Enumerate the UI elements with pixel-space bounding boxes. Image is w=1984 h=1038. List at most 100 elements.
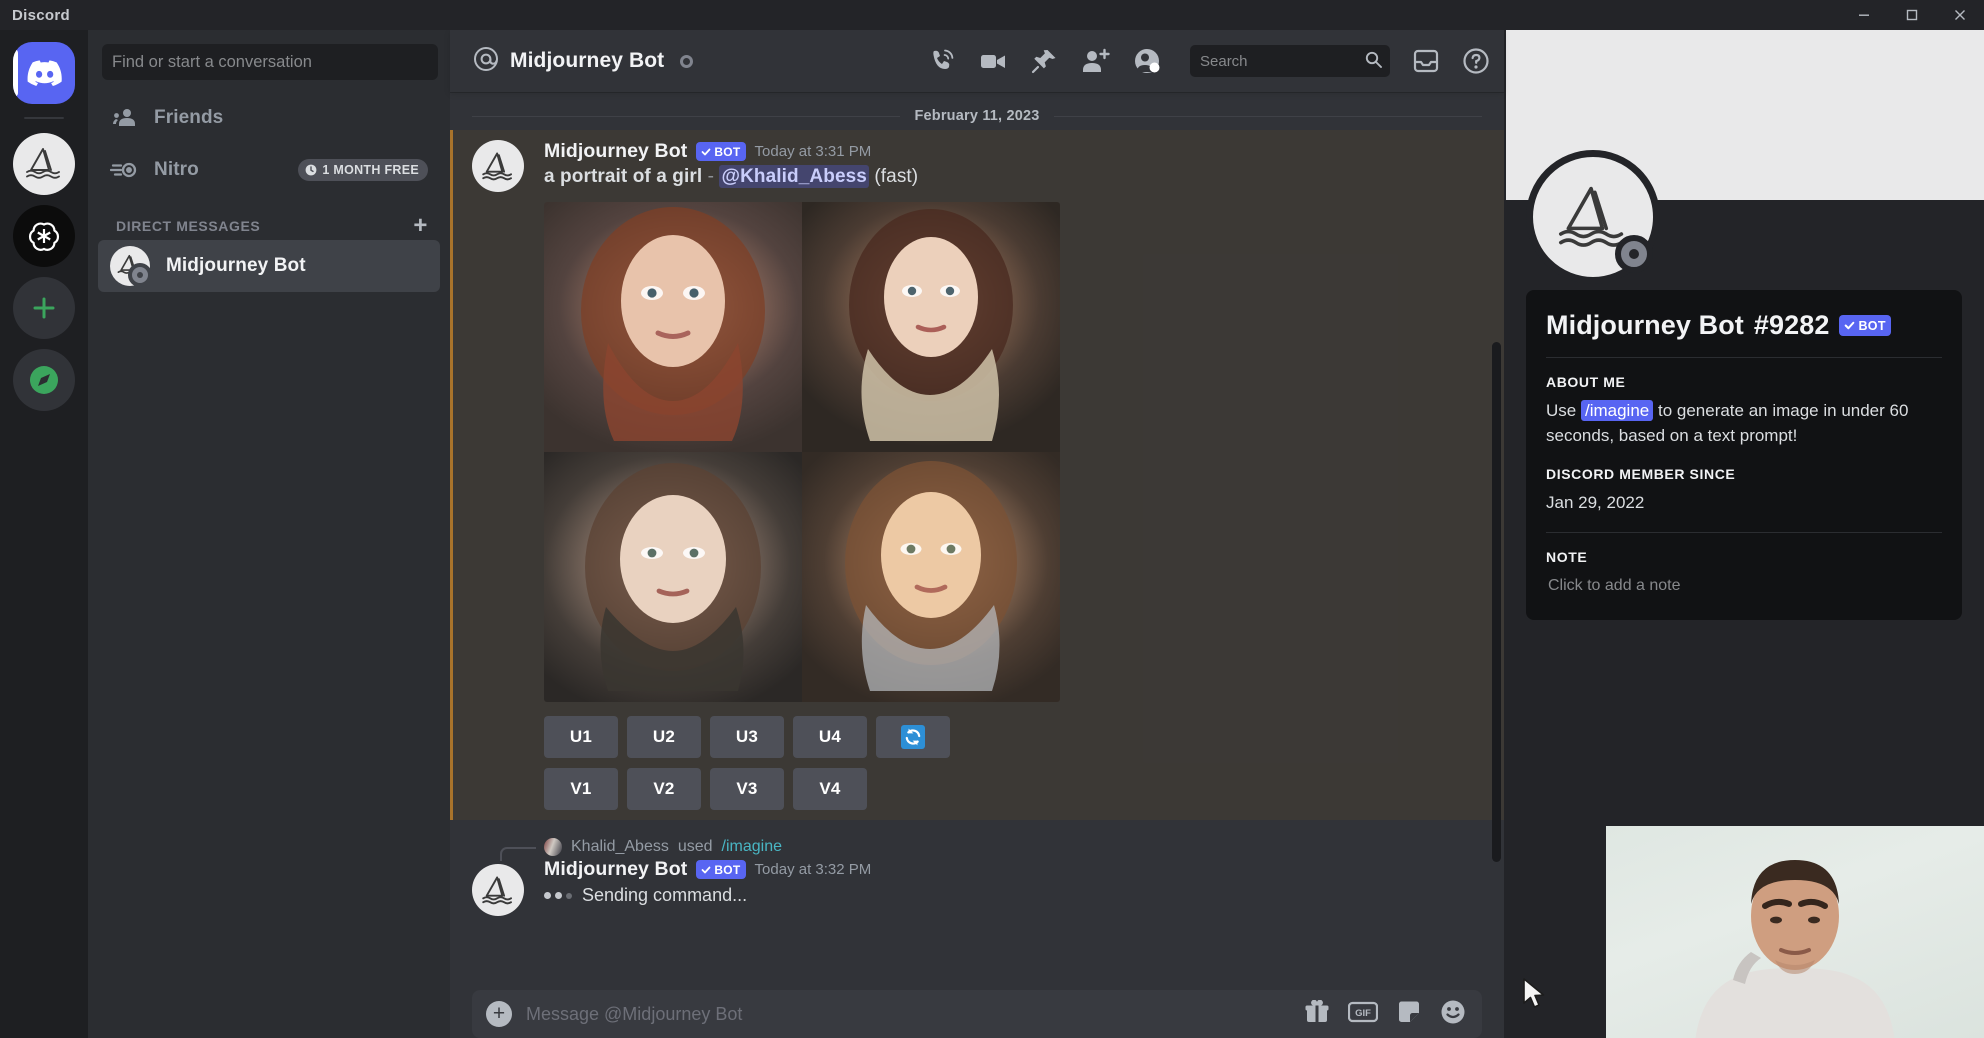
message-input[interactable]: Message @Midjourney Bot (526, 1004, 1290, 1025)
header-actions: Search (928, 45, 1490, 77)
divider (1546, 532, 1942, 533)
server-rail (0, 30, 88, 1038)
pin-icon[interactable] (1030, 47, 1058, 75)
avatar (544, 838, 562, 856)
bot-badge-label: BOT (714, 863, 740, 877)
maximize-button[interactable] (1888, 0, 1936, 30)
search-container: Find or start a conversation (88, 30, 450, 92)
message-body: Midjourney Bot BOT Today at 3:31 PM a po… (544, 140, 1482, 810)
note-input[interactable]: Click to add a note (1546, 574, 1942, 598)
reply-spine (500, 847, 536, 861)
sidebar-item-midjourney-bot[interactable]: Midjourney Bot (98, 240, 440, 292)
friends-icon (110, 106, 138, 130)
member-since-title: DISCORD MEMBER SINCE (1546, 466, 1942, 482)
generated-image-2[interactable] (802, 202, 1060, 452)
message-timestamp: Today at 3:32 PM (755, 861, 872, 878)
message-scroller[interactable]: February 11, 2023 (450, 92, 1504, 990)
active-indicator (13, 49, 18, 97)
emoji-icon[interactable] (1440, 999, 1466, 1030)
window-controls (1840, 0, 1984, 30)
attach-file-button[interactable]: + (486, 1001, 512, 1027)
upscale-button-u4[interactable]: U4 (793, 716, 867, 758)
search-input[interactable]: Search (1190, 45, 1390, 77)
user-profile-icon[interactable] (1132, 46, 1162, 76)
interaction-verb: used (678, 838, 713, 856)
profile-discriminator: #9282 (1754, 310, 1830, 341)
avatar[interactable] (1526, 150, 1660, 284)
title-bar: Discord (0, 0, 1984, 30)
nitro-icon (110, 159, 138, 181)
app-title: Discord (0, 7, 70, 24)
explore-servers-button[interactable] (13, 349, 75, 411)
message-prompt: a portrait of a girl - @Khalid_Abess (fa… (544, 166, 1482, 188)
chat-main: Midjourney Bot (450, 30, 1504, 1038)
midjourney-action-buttons: U1 U2 U3 U4 (544, 716, 1482, 810)
nitro-badge-label: 1 MONTH FREE (322, 163, 419, 177)
midjourney-sailboat-icon (21, 145, 67, 183)
sidebar-item-home[interactable] (13, 42, 75, 104)
generated-image-3[interactable] (544, 452, 802, 702)
bot-badge-label: BOT (1858, 319, 1885, 333)
minimize-button[interactable] (1840, 0, 1888, 30)
add-friend-icon[interactable] (1080, 47, 1110, 75)
add-server-button[interactable] (13, 277, 75, 339)
sticker-icon[interactable] (1396, 999, 1422, 1030)
direct-messages-label: DIRECT MESSAGES (116, 218, 260, 234)
status-badge (128, 263, 152, 287)
user-mention[interactable]: @Khalid_Abess (719, 165, 868, 188)
bot-badge-label: BOT (714, 145, 740, 159)
avatar[interactable] (472, 864, 524, 916)
variation-button-v4[interactable]: V4 (793, 768, 867, 810)
avatar[interactable] (472, 140, 524, 192)
message-timestamp: Today at 3:31 PM (755, 143, 872, 160)
sidebar-item-nitro[interactable]: Nitro 1 MONTH FREE (98, 144, 440, 196)
generated-image-grid[interactable] (544, 202, 1060, 702)
variation-button-v2[interactable]: V2 (627, 768, 701, 810)
reroll-icon (901, 725, 925, 749)
sidebar-item-label: Midjourney Bot (166, 255, 306, 277)
generated-image-4[interactable] (802, 452, 1060, 702)
date-divider: February 11, 2023 (472, 108, 1482, 124)
imagine-command-code: /imagine (1581, 400, 1653, 421)
reroll-button[interactable] (876, 716, 950, 758)
dm-sidebar: Find or start a conversation (88, 30, 450, 1038)
profile-username: Midjourney Bot (1546, 310, 1744, 341)
interaction-user[interactable]: Khalid_Abess (571, 838, 669, 856)
note-title: NOTE (1546, 549, 1942, 565)
bot-badge: BOT (696, 142, 745, 161)
upscale-button-u1[interactable]: U1 (544, 716, 618, 758)
gif-icon[interactable]: GIF (1348, 1001, 1378, 1028)
search-icon (1365, 51, 1382, 72)
message-scrollbar[interactable] (1492, 342, 1501, 862)
date-label: February 11, 2023 (914, 108, 1039, 124)
create-dm-button[interactable]: + (413, 218, 428, 234)
message-composer[interactable]: + Message @Midjourney Bot (472, 990, 1482, 1038)
about-me-body: Use /imagine to generate an image in und… (1546, 399, 1942, 448)
inbox-icon[interactable] (1412, 47, 1440, 75)
gift-icon[interactable] (1304, 1000, 1330, 1029)
sidebar-item-midjourney[interactable] (13, 133, 75, 195)
find-conversation-input[interactable]: Find or start a conversation (102, 44, 438, 80)
variation-button-v1[interactable]: V1 (544, 768, 618, 810)
message-author[interactable]: Midjourney Bot (544, 140, 687, 163)
message-author[interactable]: Midjourney Bot (544, 858, 687, 881)
midjourney-sailboat-icon (478, 150, 518, 183)
generated-image-1[interactable] (544, 202, 802, 452)
nitro-badge: 1 MONTH FREE (298, 159, 428, 181)
status-badge (1615, 235, 1653, 273)
at-icon (472, 45, 500, 78)
composer-actions: GIF (1304, 999, 1466, 1030)
close-button[interactable] (1936, 0, 1984, 30)
slash-command[interactable]: /imagine (722, 838, 782, 856)
variation-button-row: V1 V2 V3 V4 (544, 768, 1482, 810)
help-icon[interactable] (1462, 47, 1490, 75)
variation-button-v3[interactable]: V3 (710, 768, 784, 810)
sidebar-item-friends[interactable]: Friends (98, 92, 440, 144)
video-icon[interactable] (978, 47, 1008, 75)
upscale-button-u2[interactable]: U2 (627, 716, 701, 758)
upscale-button-row: U1 U2 U3 U4 (544, 716, 1482, 758)
call-icon[interactable] (928, 47, 956, 75)
upscale-button-u3[interactable]: U3 (710, 716, 784, 758)
check-icon (701, 865, 711, 875)
sidebar-item-openai[interactable] (13, 205, 75, 267)
